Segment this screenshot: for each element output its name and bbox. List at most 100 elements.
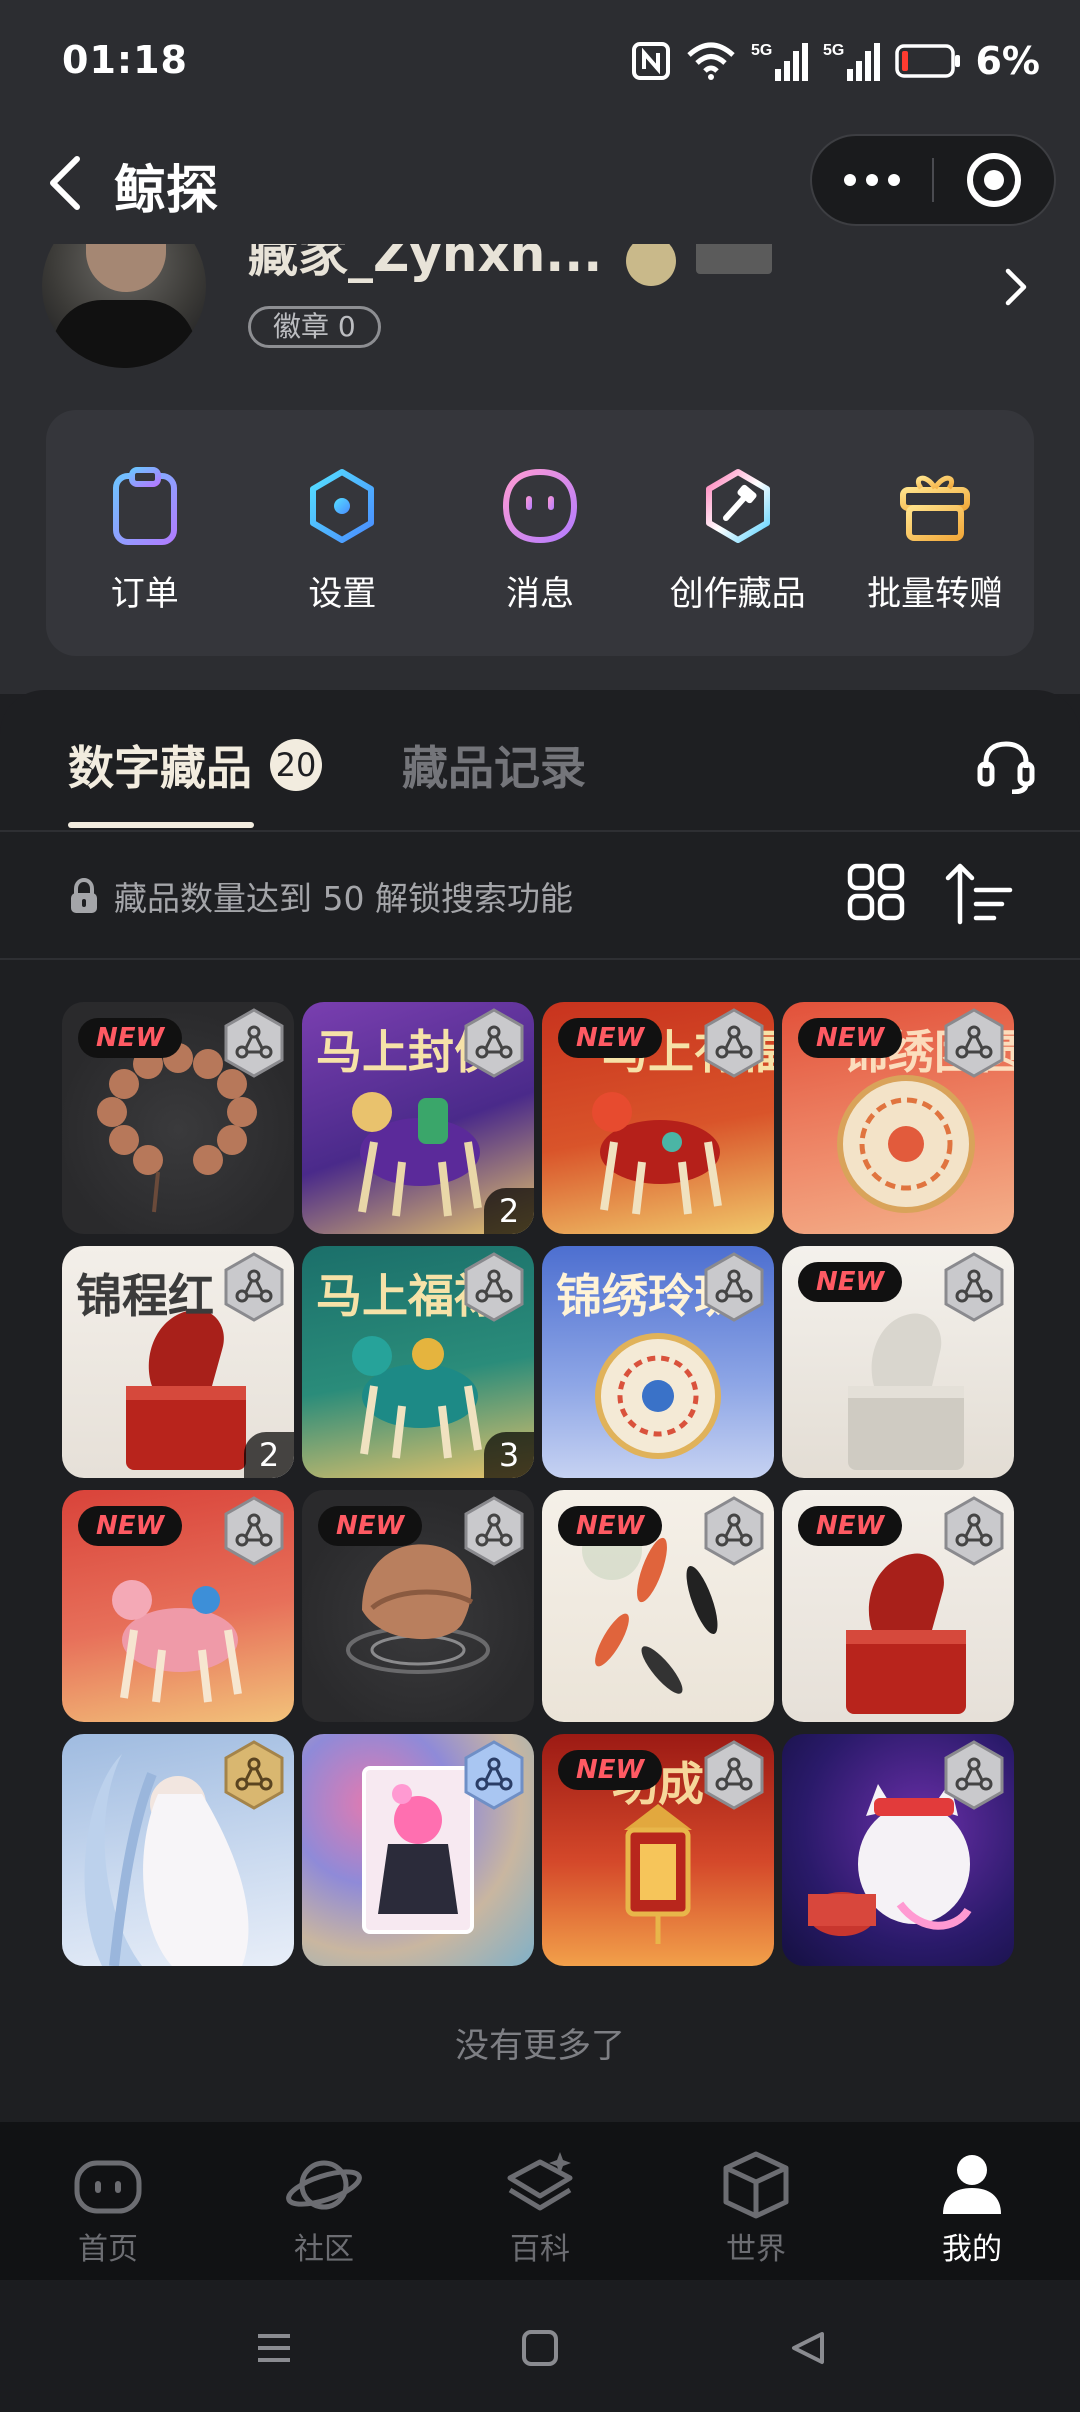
collectible-card[interactable]: NEW xyxy=(542,1490,774,1722)
divider xyxy=(0,830,1080,832)
grid-icon xyxy=(847,863,905,921)
collectible-card[interactable]: NEW xyxy=(782,1246,1014,1478)
action-orders[interactable]: 订单 xyxy=(46,410,244,656)
profile-header[interactable]: 藏家_Zyhxh... 徽章 0 xyxy=(0,244,1080,404)
collectible-title: 锦程红 xyxy=(76,1269,214,1323)
blockchain-badge-icon xyxy=(704,1496,764,1566)
signal-5g-icon-2: 5G xyxy=(823,42,881,81)
status-time: 01:18 xyxy=(62,38,188,82)
collectible-card[interactable]: 锦程红 2 xyxy=(62,1246,294,1478)
quantity-badge: 2 xyxy=(484,1188,534,1234)
wifi-icon xyxy=(687,42,736,80)
settings-hexagon-icon xyxy=(300,464,384,548)
end-of-list-text: 没有更多了 xyxy=(455,2026,625,2066)
headset-icon xyxy=(977,741,1035,794)
collectible-card[interactable]: 马上有福 NEW xyxy=(542,1002,774,1234)
blockchain-badge-icon xyxy=(224,1008,284,1078)
more-button[interactable] xyxy=(812,136,932,224)
bottom-nav: 首页 社区 百科 世界 我的 xyxy=(0,2122,1080,2280)
action-label: 消息 xyxy=(505,574,574,614)
action-messages[interactable]: 消息 xyxy=(441,410,639,656)
status-bar: 01:18 5G 5G 6% xyxy=(0,0,1080,124)
collectible-card[interactable]: 马上福禄 3 xyxy=(302,1246,534,1478)
lock-icon xyxy=(71,878,97,913)
nav-label: 世界 xyxy=(726,2232,786,2267)
nav-community[interactable]: 社区 xyxy=(216,2122,432,2280)
avatar[interactable] xyxy=(42,244,206,368)
close-miniprogram-button[interactable] xyxy=(934,136,1054,224)
triangle-back-icon xyxy=(792,2332,824,2364)
action-label: 批量转赠 xyxy=(867,574,1004,614)
search-lock-notice: 藏品数量达到 50 解锁搜索功能 xyxy=(68,872,573,920)
svg-text:5G: 5G xyxy=(751,42,772,59)
menu-icon xyxy=(258,2334,290,2362)
collectible-card[interactable]: 锦绣团圆 NEW xyxy=(782,1002,1014,1234)
collectible-card[interactable]: NEW xyxy=(62,1490,294,1722)
profile-icon xyxy=(932,2150,1012,2220)
action-label: 设置 xyxy=(308,574,377,614)
level-badge xyxy=(696,244,772,274)
system-back-button[interactable] xyxy=(776,2316,840,2380)
collectible-grid: NEW 马上封侯 2 马上有福 NEW 锦绣团圆 NEW 锦程红 2 马上福禄 … xyxy=(62,1002,1018,1966)
more-dots-icon xyxy=(844,174,900,186)
planet-icon xyxy=(284,2150,364,2220)
blockchain-badge-icon xyxy=(704,1008,764,1078)
level-icon xyxy=(626,244,676,286)
user-nickname: 藏家_Zyhxh... xyxy=(248,244,603,283)
home-bot-icon xyxy=(68,2150,148,2220)
blockchain-badge-icon xyxy=(944,1496,1004,1566)
tab-digital-collectibles[interactable]: 数字藏品 20 xyxy=(68,732,322,798)
new-badge: NEW xyxy=(78,1506,183,1546)
collectible-card[interactable] xyxy=(302,1734,534,1966)
clipboard-icon xyxy=(103,464,187,548)
profile-chevron[interactable] xyxy=(996,262,1036,312)
new-badge: NEW xyxy=(798,1506,903,1546)
system-home-button[interactable] xyxy=(508,2316,572,2380)
battery-icon xyxy=(895,44,961,78)
collectible-card[interactable]: 锦绣玲珑 xyxy=(542,1246,774,1478)
blockchain-badge-icon xyxy=(464,1496,524,1566)
blockchain-badge-icon xyxy=(944,1740,1004,1810)
tab-label: 数字藏品 xyxy=(68,741,252,795)
new-badge: NEW xyxy=(558,1750,663,1790)
medal-badge[interactable]: 徽章 0 xyxy=(248,306,381,348)
create-collectible-icon xyxy=(696,464,780,548)
blockchain-badge-gold-icon xyxy=(224,1740,284,1810)
cube-icon xyxy=(716,2150,796,2220)
blockchain-badge-blue-icon xyxy=(464,1740,524,1810)
action-settings[interactable]: 设置 xyxy=(244,410,442,656)
battery-percent: 6% xyxy=(975,39,1040,83)
collection-panel: 数字藏品 20 藏品记录 藏品数量达到 50 解锁搜索功能 NEW 马上封侯 2… xyxy=(0,690,1080,2122)
back-arrow-icon xyxy=(50,156,80,210)
tab-collection-records[interactable]: 藏品记录 xyxy=(402,732,586,798)
collectible-card[interactable]: NEW xyxy=(782,1490,1014,1722)
nav-encyclopedia[interactable]: 百科 xyxy=(432,2122,648,2280)
quick-actions: 订单 设置 消息 创作藏品 批量转赠 xyxy=(46,410,1034,656)
new-badge: NEW xyxy=(78,1018,183,1058)
notice-text: 藏品数量达到 50 解锁搜索功能 xyxy=(114,879,573,918)
new-badge: NEW xyxy=(558,1018,663,1058)
blockchain-badge-icon xyxy=(464,1252,524,1322)
nav-home[interactable]: 首页 xyxy=(0,2122,216,2280)
collectible-card[interactable]: 功成 NEW xyxy=(542,1734,774,1966)
page-title: 鲸探 xyxy=(114,161,219,221)
message-face-icon xyxy=(498,464,582,548)
collectible-card[interactable] xyxy=(62,1734,294,1966)
collectible-card[interactable]: NEW xyxy=(302,1490,534,1722)
title-bar: 鲸探 xyxy=(0,124,1080,244)
collectible-card[interactable]: NEW xyxy=(62,1002,294,1234)
action-create-collectible[interactable]: 创作藏品 xyxy=(639,410,837,656)
grid-view-button[interactable] xyxy=(846,862,906,922)
sort-button[interactable] xyxy=(944,860,1014,926)
customer-service-button[interactable] xyxy=(974,734,1038,798)
back-button[interactable] xyxy=(30,148,100,218)
action-batch-transfer[interactable]: 批量转赠 xyxy=(836,410,1034,656)
quantity-badge: 2 xyxy=(244,1432,294,1478)
system-nav-bar xyxy=(0,2280,1080,2412)
collectible-card[interactable]: 马上封侯 2 xyxy=(302,1002,534,1234)
nav-mine[interactable]: 我的 xyxy=(864,2122,1080,2280)
system-menu-button[interactable] xyxy=(242,2316,306,2380)
collectible-card[interactable] xyxy=(782,1734,1014,1966)
action-label: 订单 xyxy=(110,574,179,614)
nav-world[interactable]: 世界 xyxy=(648,2122,864,2280)
